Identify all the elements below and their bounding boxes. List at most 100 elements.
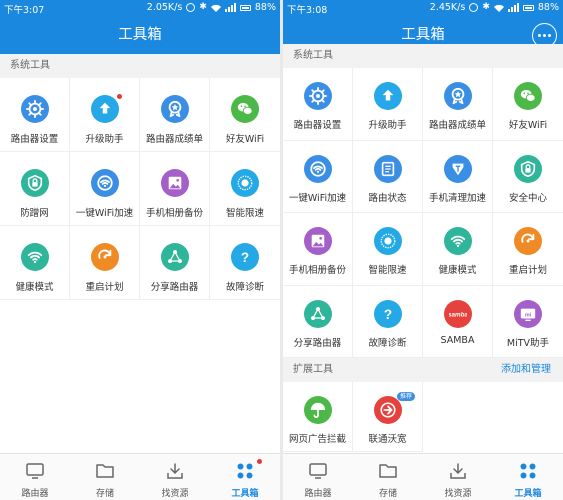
tool-tile[interactable]: 健康模式 <box>0 226 70 300</box>
tool-label: 一键WiFi加速 <box>75 208 134 219</box>
wechat-icon <box>231 95 259 123</box>
tool-tile[interactable]: 防蹭网 <box>0 152 70 226</box>
tool-tile[interactable]: 手机清理加速 <box>423 140 493 213</box>
speed-limit-icon <box>373 227 402 255</box>
status-list-icon <box>373 154 402 183</box>
tool-tile[interactable]: mi MiTV助手 <box>493 285 563 358</box>
tool-grid: 路由器设置 升级助手 路由器成绩单 好友WiFi 防蹭网 一键WiFi加速 手机相册备份 智能… <box>0 78 280 300</box>
tab-router[interactable]: 路由器 <box>0 454 70 500</box>
tool-tile[interactable]: 升级助手 <box>353 68 423 141</box>
tab-storage[interactable]: 存储 <box>353 454 423 500</box>
gear-icon <box>20 95 49 123</box>
tool-label: 故障诊断 <box>225 282 264 293</box>
download-tab-icon <box>448 462 468 480</box>
tab-label: 路由器 <box>21 489 49 499</box>
tool-label: 好友WiFi <box>225 134 265 145</box>
tab-label: 找资源 <box>444 489 472 499</box>
bluetooth-icon: ✱ <box>199 2 207 12</box>
signal-icon <box>507 3 519 12</box>
tool-tile[interactable]: 网页广告拦截 <box>283 382 353 452</box>
tool-label: MiTV助手 <box>506 337 550 349</box>
tool-tile[interactable]: 路由器成绩单 <box>140 78 210 152</box>
tool-tile[interactable]: 好友WiFi <box>210 78 280 152</box>
tool-label: 健康模式 <box>15 282 54 293</box>
gear-icon <box>303 82 332 110</box>
samba-icon: samba <box>443 299 472 328</box>
battery-icon <box>239 4 251 11</box>
tool-label: 路由器设置 <box>10 134 59 145</box>
section-system-tools: 系统工具 <box>283 44 563 68</box>
tab-label: 存储 <box>95 489 114 499</box>
tool-tile[interactable]: 智能限速 <box>210 152 280 226</box>
status-time: 下午3:08 <box>287 5 328 16</box>
umbrella-icon <box>303 396 332 424</box>
wifi-health-icon <box>443 227 472 255</box>
tool-tile[interactable]: 重启计划 <box>70 226 140 300</box>
tab-label: 路由器 <box>304 489 332 499</box>
tool-tile[interactable]: 一键WiFi加速 <box>70 152 140 226</box>
wifi-health-icon <box>20 243 49 271</box>
tool-tile[interactable]: 手机相册备份 <box>283 213 353 286</box>
tool-tile[interactable]: 升级助手 <box>70 78 140 152</box>
photo-album-icon <box>303 227 332 255</box>
extension-tool-grid: 网页广告拦截 联通沃宽 推荐 <box>283 382 563 452</box>
tab-label: 工具箱 <box>231 489 259 499</box>
tab-find-resources[interactable]: 找资源 <box>140 454 210 500</box>
tool-tile[interactable]: 分享路由器 <box>283 285 353 358</box>
tab-toolbox[interactable]: 工具箱 <box>210 454 280 500</box>
tool-tile[interactable]: 智能限速 <box>353 213 423 286</box>
tool-tile[interactable]: samba SAMBA <box>423 285 493 358</box>
bluetooth-icon: ✱ <box>482 2 490 12</box>
tool-label: 手机清理加速 <box>428 192 486 204</box>
router-tab-icon <box>308 462 328 480</box>
notification-dot <box>117 94 122 99</box>
wifi-status-icon <box>493 4 504 12</box>
share-icon <box>303 299 332 328</box>
tool-label: 路由器设置 <box>293 120 342 131</box>
battery-icon <box>522 4 534 11</box>
tool-tile[interactable]: 路由器成绩单 <box>423 68 493 141</box>
tool-tile[interactable]: 健康模式 <box>423 213 493 286</box>
tool-label: 升级助手 <box>85 134 124 145</box>
tool-label: 防蹭网 <box>20 208 49 219</box>
tool-label: 升级助手 <box>368 120 407 131</box>
alarm-icon <box>469 3 479 12</box>
wifi-boost-icon <box>303 154 332 183</box>
tool-label: 联通沃宽 <box>368 434 407 445</box>
tool-tile[interactable]: 好友WiFi <box>493 68 563 141</box>
cleanup-icon <box>443 154 472 183</box>
tool-tile[interactable]: 安全中心 <box>493 140 563 213</box>
tab-label: 找资源 <box>161 489 189 499</box>
shield-lock-icon <box>20 169 49 197</box>
tool-tile[interactable]: 一键WiFi加速 <box>283 140 353 213</box>
tool-tile[interactable]: ? 故障诊断 <box>353 285 423 358</box>
status-bar: 下午3:07 2.05K/s ✱ 88% <box>0 0 280 17</box>
tab-router[interactable]: 路由器 <box>283 454 353 500</box>
tab-label: 存储 <box>378 489 397 499</box>
add-and-manage-link[interactable]: 添加和管理 <box>501 358 551 382</box>
photo-album-icon <box>160 169 189 197</box>
tab-storage[interactable]: 存储 <box>70 454 140 500</box>
tool-tile[interactable]: 重启计划 <box>493 213 563 286</box>
svg-text:?: ? <box>383 306 391 321</box>
svg-text:?: ? <box>241 250 249 265</box>
tool-tile[interactable]: ? 故障诊断 <box>210 226 280 300</box>
signal-icon <box>224 3 236 12</box>
tool-label: 网页广告拦截 <box>288 434 346 445</box>
tool-tile[interactable]: 分享路由器 <box>140 226 210 300</box>
section-title: 系统工具 <box>293 50 333 61</box>
tool-label: SAMBA <box>440 334 475 346</box>
folder-tab-icon <box>378 462 398 480</box>
restart-icon <box>514 227 542 255</box>
tool-tile[interactable]: 路由状态 <box>353 140 423 213</box>
tab-find-resources[interactable]: 找资源 <box>423 454 493 500</box>
tool-tile[interactable]: 手机相册备份 <box>140 152 210 226</box>
tool-tile[interactable]: 路由器设置 <box>0 78 70 152</box>
tool-tile[interactable]: 联通沃宽 推荐 <box>353 382 423 452</box>
download-tab-icon <box>165 462 185 480</box>
tool-tile[interactable]: 路由器设置 <box>283 68 353 141</box>
tool-label: 智能限速 <box>368 265 407 276</box>
tab-label: 工具箱 <box>514 489 542 499</box>
tool-label: 健康模式 <box>438 265 477 276</box>
tab-toolbox[interactable]: 工具箱 <box>493 454 563 500</box>
